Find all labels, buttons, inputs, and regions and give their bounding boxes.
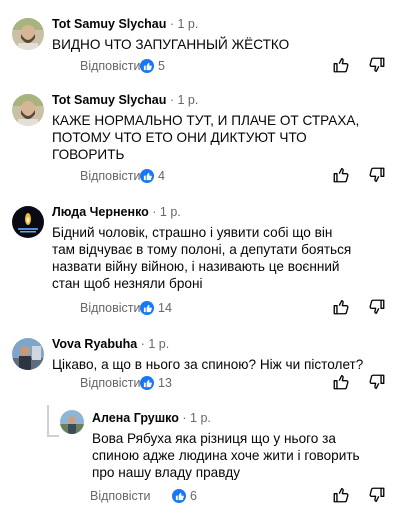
like-count: 4 xyxy=(158,169,165,183)
thumbs-up-outline-icon[interactable] xyxy=(332,486,350,504)
bearded-man-avatar[interactable] xyxy=(12,94,44,126)
comment-time[interactable]: · 1 р. xyxy=(182,411,211,425)
thumbs-down-outline-icon[interactable] xyxy=(368,56,386,74)
comment-author[interactable]: Vova Ryabuha xyxy=(52,337,137,351)
thumbs-down-outline-icon[interactable] xyxy=(368,166,386,184)
thumbs-down-outline-icon[interactable] xyxy=(368,486,386,504)
like-count: 6 xyxy=(190,489,197,503)
reply-button[interactable]: Відповісти xyxy=(80,58,141,74)
reply-button[interactable]: Відповісти xyxy=(80,300,141,316)
comment-time[interactable]: · 1 р. xyxy=(170,93,199,107)
comment-author[interactable]: Люда Черненко xyxy=(52,205,149,219)
comment-time[interactable]: · 1 р. xyxy=(170,17,199,31)
comment-author[interactable]: Tot Samuy Slychau xyxy=(52,93,166,107)
candle-avatar[interactable] xyxy=(12,206,44,238)
comment-time[interactable]: · 1 р. xyxy=(141,337,170,351)
reply-button[interactable]: Відповісти xyxy=(90,488,151,504)
blue-thumbs-up-icon xyxy=(140,301,154,315)
like-count: 5 xyxy=(158,59,165,73)
comment-author[interactable]: Tot Samuy Slychau xyxy=(52,17,166,31)
like-count: 14 xyxy=(158,301,172,315)
comment-text: КАЖЕ НОРМАЛЬНО ТУТ, И ПЛАЧЕ ОТ СТРАХА, П… xyxy=(52,113,360,162)
bearded-man-avatar[interactable] xyxy=(12,18,44,50)
man-landscape-avatar[interactable] xyxy=(12,338,44,370)
comment-text: Вова Рябуха яка різниця що у нього за сп… xyxy=(92,431,360,480)
like-count: 13 xyxy=(158,376,172,390)
blue-thumbs-up-icon xyxy=(172,489,186,503)
thumbs-down-outline-icon[interactable] xyxy=(368,373,386,391)
outdoor-photo-avatar[interactable] xyxy=(60,410,84,434)
blue-thumbs-up-icon xyxy=(140,59,154,73)
thumbs-up-outline-icon[interactable] xyxy=(332,56,350,74)
thumbs-up-outline-icon[interactable] xyxy=(332,166,350,184)
reply-thread-line xyxy=(47,405,49,437)
comment-author[interactable]: Алена Грушко xyxy=(92,411,179,425)
thumbs-down-outline-icon[interactable] xyxy=(368,298,386,316)
blue-thumbs-up-icon xyxy=(140,169,154,183)
comment-text: Бідний чоловік, страшно і уявити собі що… xyxy=(52,225,352,291)
reply-button[interactable]: Відповісти xyxy=(80,375,141,391)
reply-button[interactable]: Відповісти xyxy=(80,168,141,184)
thumbs-up-outline-icon[interactable] xyxy=(332,373,350,391)
comment-time[interactable]: · 1 р. xyxy=(152,205,181,219)
thumbs-up-outline-icon[interactable] xyxy=(332,298,350,316)
comment-text: Цікаво, а що в нього за спиною? Ніж чи п… xyxy=(52,357,364,372)
blue-thumbs-up-icon xyxy=(140,376,154,390)
reply-thread-branch xyxy=(47,435,59,437)
comment-text: ВИДНО ЧТО ЗАПУГАННЫЙ ЖЁСТКО xyxy=(52,37,290,52)
